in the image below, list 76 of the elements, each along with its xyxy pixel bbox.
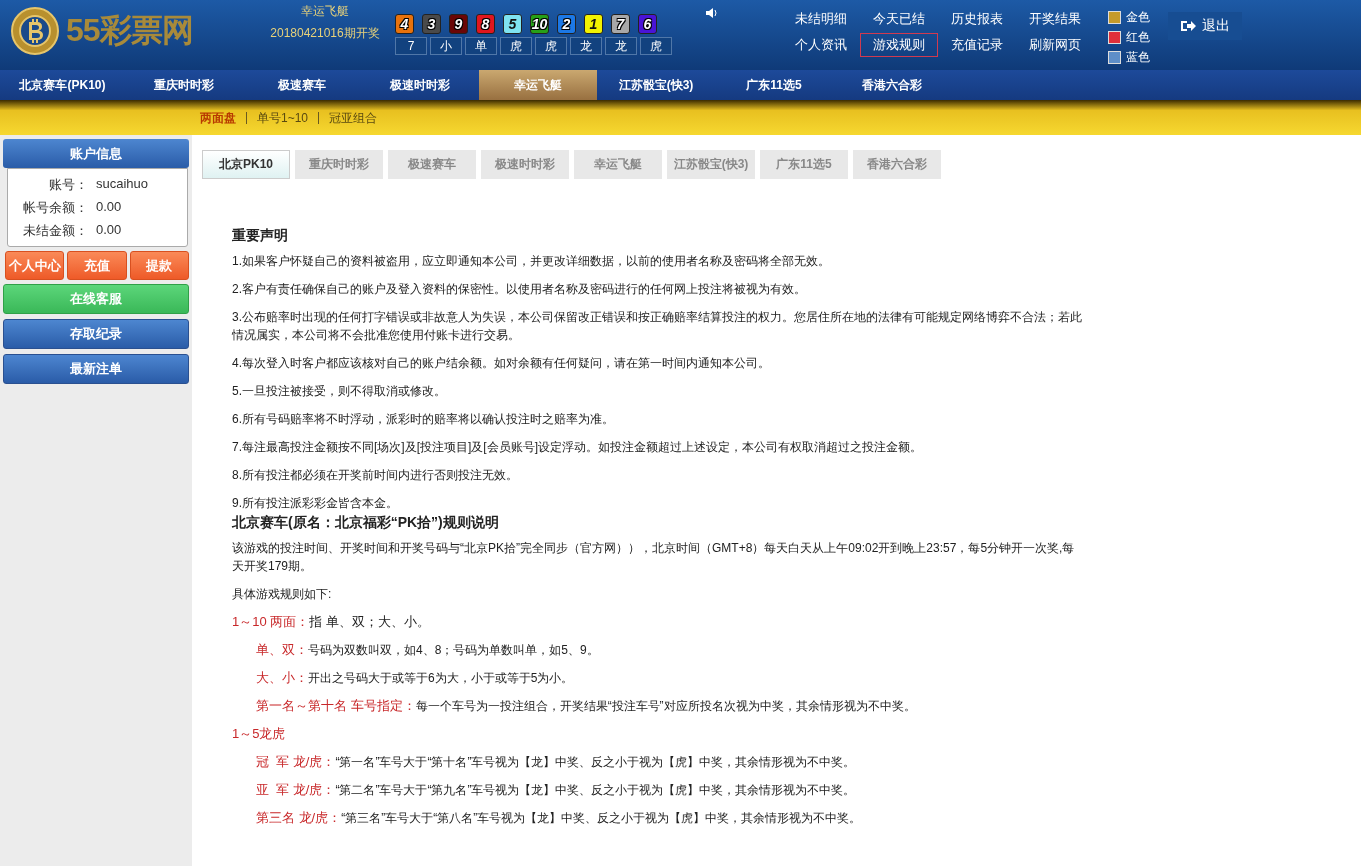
theme-label[interactable]: 红色 (1126, 29, 1150, 46)
draw-period: 20180421016期开奖 (270, 25, 380, 42)
field-label: 账号： (48, 176, 88, 194)
result-cell: 虎 (500, 37, 532, 55)
rule-label: 1～5龙虎 (232, 726, 286, 741)
result-cell: 龙 (605, 37, 637, 55)
rule-paragraph: 3.公布赔率时出现的任何打字错误或非故意人为失误，本公司保留改正错误和按正确赔率结算投注的权力。您居住所在地的法律有可能规定网络博弈不合法；若此情况属实，本公司将不会批准您使用付账卡进行交易。 (232, 309, 1082, 344)
rule-paragraph: 8.所有投注都必须在开奖前时间内进行否则投注无效。 (232, 467, 519, 484)
header-link[interactable]: 今天已结 (860, 7, 938, 31)
rule-label: 单、双： (256, 642, 308, 657)
theme-label[interactable]: 金色 (1126, 9, 1150, 26)
nav-tab[interactable]: 香港六合彩 (833, 70, 951, 100)
rule-label: 1～10 两面： (232, 614, 310, 629)
menu-button[interactable]: 存取纪录 (3, 319, 189, 349)
rule-text: “第一名”车号大于“第十名”车号视为【龙】中奖、反之小于视为【虎】中奖，其余情形视为不中奖。 (335, 755, 856, 769)
header-link[interactable]: 个人资讯 (782, 33, 860, 57)
section-heading: 北京赛车(原名：北京福彩“PK拾”)规则说明 (232, 514, 500, 532)
rule-label: 冠 军 龙/虎： (256, 754, 336, 769)
nav-tab[interactable]: 重庆时时彩 (125, 70, 243, 100)
result-cell: 小 (430, 37, 462, 55)
result-cell: 虎 (640, 37, 672, 55)
menu-button[interactable]: 最新注单 (3, 354, 189, 384)
nav-tab[interactable]: 广东11选5 (715, 70, 833, 100)
rule-text: 号码为双数叫双，如4、8；号码为单数叫单，如5、9。 (308, 643, 599, 657)
field-label: 未结金额： (22, 222, 88, 240)
logout-button[interactable]: 退出 (1168, 12, 1242, 40)
rule-text: 指 单、双；大、小。 (309, 614, 430, 629)
result-cell: 虎 (535, 37, 567, 55)
header-link[interactable]: 充值记录 (938, 33, 1016, 57)
header-link[interactable]: 历史报表 (938, 7, 1016, 31)
theme-swatch[interactable] (1108, 11, 1121, 24)
rule-paragraph: 4.每次登入时客户都应该核对自己的账户结余额。如对余额有任何疑问，请在第一时间内通知本公司。 (232, 355, 771, 372)
field-label: 帐号余额： (22, 199, 88, 217)
header-link[interactable]: 未结明细 (782, 7, 860, 31)
rule-paragraph: 2.客户有责任确保自己的账户及登入资料的保密性。以使用者名称及密码进行的任何网上投注将被视为有效。 (232, 281, 807, 298)
section-heading: 重要声明 (232, 227, 289, 245)
result-cell: 7 (395, 37, 427, 55)
header-link[interactable]: 游戏规则 (860, 33, 938, 57)
theme-swatch[interactable] (1108, 51, 1121, 64)
subnav-link[interactable]: 两面盘 (190, 111, 246, 124)
result-cell: 单 (465, 37, 497, 55)
field-value: sucaihuo (96, 176, 149, 193)
rule-text: “第二名”车号大于“第九名”车号视为【龙】中奖、反之小于视为【虎】中奖，其余情形视为不中奖。 (335, 783, 856, 797)
rule-paragraph: 该游戏的投注时间、开奖时间和开奖号码与“北京PK拾”完全同步（官方网）），北京时间（GMT+8）每天白天从上午09:02开到晚上23:57，每5分钟开一次奖,每天开奖179期。 (232, 540, 1076, 575)
rule-text: 每一个车号为一投注组合，开奖结果“投注车号”对应所投名次视为中奖，其余情形视为不中奖。 (415, 699, 916, 713)
rule-paragraph: 7.每注最高投注金额按不同[场次]及[投注项目]及[会员账号]设定浮动。如投注金额超过上述设定，本公司有权取消超过之投注金额。 (232, 439, 923, 456)
rule-label: 大、小： (256, 670, 308, 685)
game-tab[interactable]: 北京PK10 (202, 150, 290, 179)
rule-paragraph: 5.一旦投注被接受，则不得取消或修改。 (232, 383, 447, 400)
rule-label: 第三名 龙/虎： (256, 810, 342, 825)
field-value: 0.00 (96, 199, 122, 216)
speaker-icon[interactable] (705, 6, 719, 20)
rule-label: 第一名～第十名 车号指定： (256, 698, 416, 713)
header-link[interactable]: 开奖结果 (1016, 7, 1094, 31)
rule-paragraph: 6.所有号码赔率将不时浮动，派彩时的赔率将以确认投注时之赔率为准。 (232, 411, 615, 428)
rule-text: 开出之号码大于或等于6为大，小于或等于5为小。 (308, 671, 574, 685)
logout-icon (1180, 19, 1196, 33)
coin-logo-icon (10, 6, 60, 56)
game-name: 幸运飞艇 (301, 3, 349, 20)
subnav-link[interactable]: 单号1~10 (246, 111, 319, 124)
panel-title: 账户信息 (3, 139, 189, 168)
field-value: 0.00 (96, 222, 122, 239)
nav-tab[interactable]: 极速时时彩 (361, 70, 479, 100)
rule-paragraph: 9.所有投注派彩彩金皆含本金。 (232, 495, 399, 512)
theme-label[interactable]: 蓝色 (1126, 49, 1150, 66)
nav-tab[interactable]: 江苏骰宝(快3) (597, 70, 715, 100)
result-cell: 龙 (570, 37, 602, 55)
theme-swatch[interactable] (1108, 31, 1121, 44)
header-link[interactable]: 刷新网页 (1016, 33, 1094, 57)
rule-text: “第三名”车号大于“第八名”车号视为【龙】中奖、反之小于视为【虎】中奖，其余情形视为不中奖。 (341, 811, 862, 825)
nav-tab[interactable]: 北京赛车(PK10) (0, 70, 125, 100)
rule-paragraph: 1.如果客户怀疑自己的资料被盗用，应立即通知本公司，并更改详细数据，以前的使用者名称及密码将全部无效。 (232, 253, 831, 270)
rule-paragraph: 具体游戏规则如下: (232, 586, 333, 603)
nav-tab[interactable]: 极速赛车 (243, 70, 361, 100)
subnav-link[interactable]: 冠亚组合 (318, 111, 388, 124)
rule-label: 亚 军 龙/虎： (256, 782, 336, 797)
